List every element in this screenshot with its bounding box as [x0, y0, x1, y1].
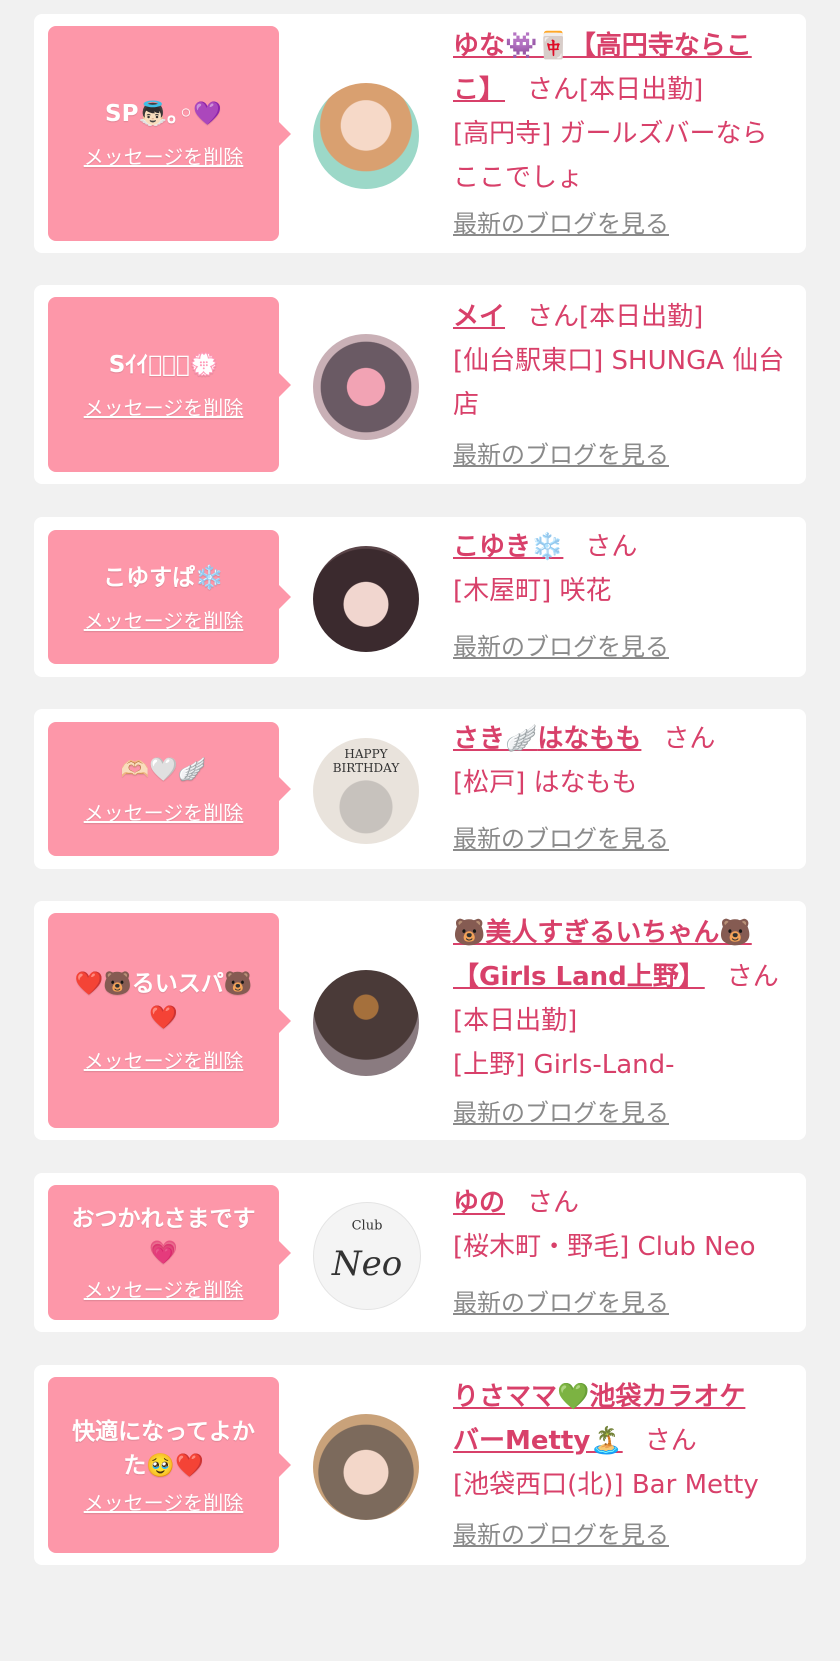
avatar[interactable] [313, 83, 419, 189]
san-label: さん [527, 75, 580, 105]
message-card: 🫶🏻🤍🪽 メッセージを削除 HAPPY BIRTHDAY さき🪽はなもも さん [… [34, 709, 806, 869]
cast-info: メイ さん[本日出勤] [仙台駅東口] SHUNGA 仙台 店 [453, 295, 789, 427]
bubble-text-cont: ❤️ [149, 1005, 178, 1031]
cast-name-link[interactable]: ゆな👾🀄【高円寺ならこ [453, 31, 752, 61]
shop-label: [高円寺] ガールズバーなら [453, 119, 768, 149]
latest-blog-link[interactable]: 最新のブログを見る [453, 627, 669, 662]
shop-label-cont: ここでしょ [453, 163, 584, 193]
san-label: さん [726, 962, 779, 992]
delete-message-link[interactable]: メッセージを削除 [84, 1487, 244, 1516]
cast-info: こゆき❄️ さん [木屋町] 咲花 [453, 525, 789, 613]
message-card: SP👼🏻｡◦💜 メッセージを削除 ゆな👾🀄【高円寺ならこ こ】 さん[本日出勤] … [34, 14, 806, 253]
cast-info: りさママ💚池袋カラオケ バーMetty🏝️ さん [池袋西口(北)] Bar Me… [453, 1375, 789, 1507]
message-bubble: 🫶🏻🤍🪽 メッセージを削除 [48, 722, 291, 856]
status-label: [本日出勤] [579, 75, 704, 105]
message-card: Sｲｲﾈ🏻🏻💮 メッセージを削除 メイ さん[本日出勤] [仙台駅東口] SHUN… [34, 285, 806, 484]
latest-blog-link[interactable]: 最新のブログを見る [453, 435, 669, 470]
delete-message-link[interactable]: メッセージを削除 [84, 605, 244, 634]
shop-label: [仙台駅東口] SHUNGA 仙台 [453, 346, 785, 376]
delete-message-link[interactable]: メッセージを削除 [84, 141, 244, 170]
message-bubble: ❤️🐻るいスパ🐻 ❤️ メッセージを削除 [48, 913, 291, 1128]
san-label: さん [644, 1426, 697, 1456]
message-bubble: SP👼🏻｡◦💜 メッセージを削除 [48, 26, 291, 241]
cast-name-link-cont[interactable]: 【Girls Land上野】 [453, 962, 705, 992]
bubble-text: おつかれさまです [71, 1206, 256, 1232]
shop-label: [上野] Girls-Land- [453, 1050, 675, 1080]
bubble-text: ❤️🐻るいスパ🐻 [74, 971, 253, 997]
cast-info: ゆな👾🀄【高円寺ならこ こ】 さん[本日出勤] [高円寺] ガールズバーなら ここ… [453, 24, 789, 200]
cast-info: ゆの さん [桜木町・野毛] Club Neo [453, 1181, 789, 1269]
status-label: [本日出勤] [453, 1006, 578, 1036]
avatar[interactable] [313, 1414, 419, 1520]
bubble-text: Sｲｲﾈ🏻🏻💮 [108, 352, 219, 378]
cast-name-link-cont[interactable]: こ】 [453, 75, 505, 105]
san-label: さん [527, 302, 580, 332]
cast-name-link-cont[interactable]: はなもも [537, 724, 641, 754]
shop-label: [桜木町・野毛] Club Neo [453, 1232, 756, 1262]
avatar[interactable]: Club Neo [313, 1202, 421, 1310]
shop-label: [木屋町] 咲花 [453, 576, 612, 606]
avatar[interactable]: HAPPY BIRTHDAY [313, 738, 419, 844]
cast-info: 🐻美人すぎるいちゃん🐻 【Girls Land上野】 さん [本日出勤] [上野]… [453, 911, 789, 1087]
bubble-text: 快適になってよか [72, 1418, 255, 1445]
status-label: [本日出勤] [579, 302, 704, 332]
delete-message-link[interactable]: メッセージを削除 [84, 1045, 244, 1074]
message-card: おつかれさまです 💗 メッセージを削除 Club Neo ゆの さん [桜木町・野… [34, 1173, 806, 1332]
delete-message-link[interactable]: メッセージを削除 [84, 392, 244, 421]
avatar[interactable] [313, 546, 419, 652]
san-label: さん [663, 724, 716, 754]
cast-name-link[interactable]: りさママ💚池袋カラオケ [453, 1382, 745, 1412]
shop-label: [池袋西口(北)] Bar Metty [453, 1470, 759, 1500]
san-label: さん [585, 532, 638, 562]
cast-name-link-cont[interactable]: バーMetty🏝️ [453, 1426, 623, 1456]
avatar[interactable] [313, 334, 419, 440]
bubble-text-cont: 💗 [149, 1240, 178, 1266]
cast-info: さき🪽はなもも さん [松戸] はなもも [453, 717, 789, 805]
latest-blog-link[interactable]: 最新のブログを見る [453, 819, 669, 854]
message-bubble: こゆすぱ❄️ メッセージを削除 [48, 530, 291, 664]
latest-blog-link[interactable]: 最新のブログを見る [453, 1283, 669, 1318]
message-card: こゆすぱ❄️ メッセージを削除 こゆき❄️ さん [木屋町] 咲花 最新のブログを… [34, 517, 806, 677]
cast-name-link[interactable]: ゆの [453, 1188, 505, 1218]
san-label: さん [527, 1188, 580, 1218]
bubble-text: SP👼🏻｡◦💜 [105, 101, 222, 127]
delete-message-link[interactable]: メッセージを削除 [84, 797, 244, 826]
avatar-logo-big: Neo [331, 1244, 403, 1285]
avatar-caption: HAPPY BIRTHDAY [332, 747, 400, 776]
message-card: ❤️🐻るいスパ🐻 ❤️ メッセージを削除 🐻美人すぎるいちゃん🐻 【Girls … [34, 901, 806, 1140]
latest-blog-link[interactable]: 最新のブログを見る [453, 1093, 669, 1128]
avatar-logo-small: Club [351, 1218, 383, 1234]
bubble-text: こゆすぱ❄️ [103, 564, 224, 591]
latest-blog-link[interactable]: 最新のブログを見る [453, 1515, 669, 1550]
message-bubble: Sｲｲﾈ🏻🏻💮 メッセージを削除 [48, 297, 291, 472]
cast-name-link[interactable]: こゆき❄️ [453, 532, 563, 562]
latest-blog-link[interactable]: 最新のブログを見る [453, 204, 669, 239]
shop-label-cont: 店 [453, 390, 480, 420]
bubble-text-cont: た🥹❤️ [123, 1452, 204, 1479]
bubble-text: 🫶🏻🤍🪽 [120, 756, 207, 783]
cast-name-link[interactable]: 🐻美人すぎるいちゃん🐻 [453, 918, 752, 948]
cast-name-link[interactable]: さき🪽 [453, 724, 537, 754]
message-card: 快適になってよか た🥹❤️ メッセージを削除 りさママ💚池袋カラオケ バーMet… [34, 1365, 806, 1565]
message-bubble: おつかれさまです 💗 メッセージを削除 [48, 1185, 291, 1320]
shop-label: [松戸] はなもも [453, 768, 638, 798]
cast-name-link[interactable]: メイ [453, 302, 505, 332]
message-bubble: 快適になってよか た🥹❤️ メッセージを削除 [48, 1377, 291, 1553]
avatar[interactable] [313, 970, 419, 1076]
delete-message-link[interactable]: メッセージを削除 [84, 1274, 244, 1303]
